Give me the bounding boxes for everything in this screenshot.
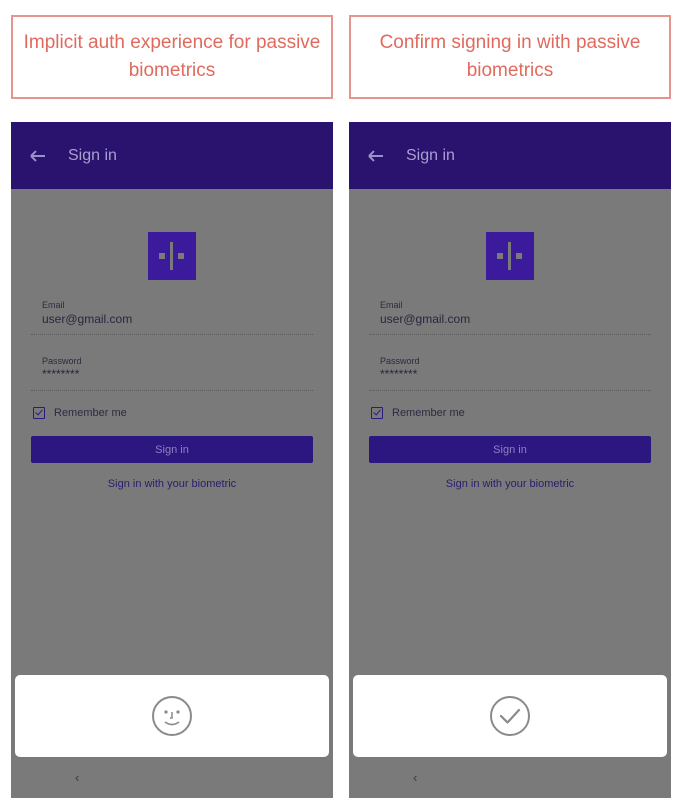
sign-in-button-label: Sign in (493, 443, 527, 456)
biometric-bottom-sheet (353, 675, 667, 757)
email-underline (369, 334, 651, 335)
caption-text: Implicit auth experience for passive bio… (23, 32, 321, 81)
remember-me-checkbox[interactable] (33, 407, 45, 419)
email-field[interactable]: user@gmail.com (42, 312, 132, 326)
password-underline (369, 390, 651, 391)
app-bar: Sign in (11, 122, 333, 189)
nav-back-button[interactable]: ‹ (413, 770, 417, 785)
caption-text: Confirm signing in with passive biometri… (379, 32, 641, 81)
biometric-bottom-sheet (15, 675, 329, 757)
app-logo (148, 232, 196, 280)
biometric-sign-in-link[interactable]: Sign in with your biometric (11, 478, 333, 490)
password-field[interactable]: ******** (42, 367, 79, 381)
password-field[interactable]: ******** (380, 367, 417, 381)
sign-in-button[interactable]: Sign in (369, 436, 651, 463)
email-label: Email (42, 300, 65, 310)
checkmark-circle-icon (490, 696, 530, 736)
back-arrow-icon[interactable] (369, 155, 383, 157)
app-logo (486, 232, 534, 280)
password-underline (31, 390, 313, 391)
biometric-sign-in-link[interactable]: Sign in with your biometric (349, 478, 671, 490)
app-bar-title: Sign in (406, 147, 455, 164)
caption-confirm-signin: Confirm signing in with passive biometri… (349, 15, 671, 99)
sign-in-button-label: Sign in (155, 443, 189, 456)
caption-implicit-auth: Implicit auth experience for passive bio… (11, 15, 333, 99)
email-underline (31, 334, 313, 335)
phone-screen-implicit: Sign in Email user@gmail.com Password **… (11, 122, 333, 798)
app-bar: Sign in (349, 122, 671, 189)
remember-me-label: Remember me (392, 407, 465, 419)
email-field[interactable]: user@gmail.com (380, 312, 470, 326)
password-label: Password (42, 356, 82, 366)
sign-in-button[interactable]: Sign in (31, 436, 313, 463)
nav-back-button[interactable]: ‹ (75, 770, 79, 785)
back-arrow-icon[interactable] (31, 155, 45, 157)
phone-screen-confirm: Sign in Email user@gmail.com Password **… (349, 122, 671, 798)
app-bar-title: Sign in (68, 147, 117, 164)
email-label: Email (380, 300, 403, 310)
remember-me-checkbox[interactable] (371, 407, 383, 419)
remember-me-label: Remember me (54, 407, 127, 419)
face-icon (152, 696, 192, 736)
password-label: Password (380, 356, 420, 366)
